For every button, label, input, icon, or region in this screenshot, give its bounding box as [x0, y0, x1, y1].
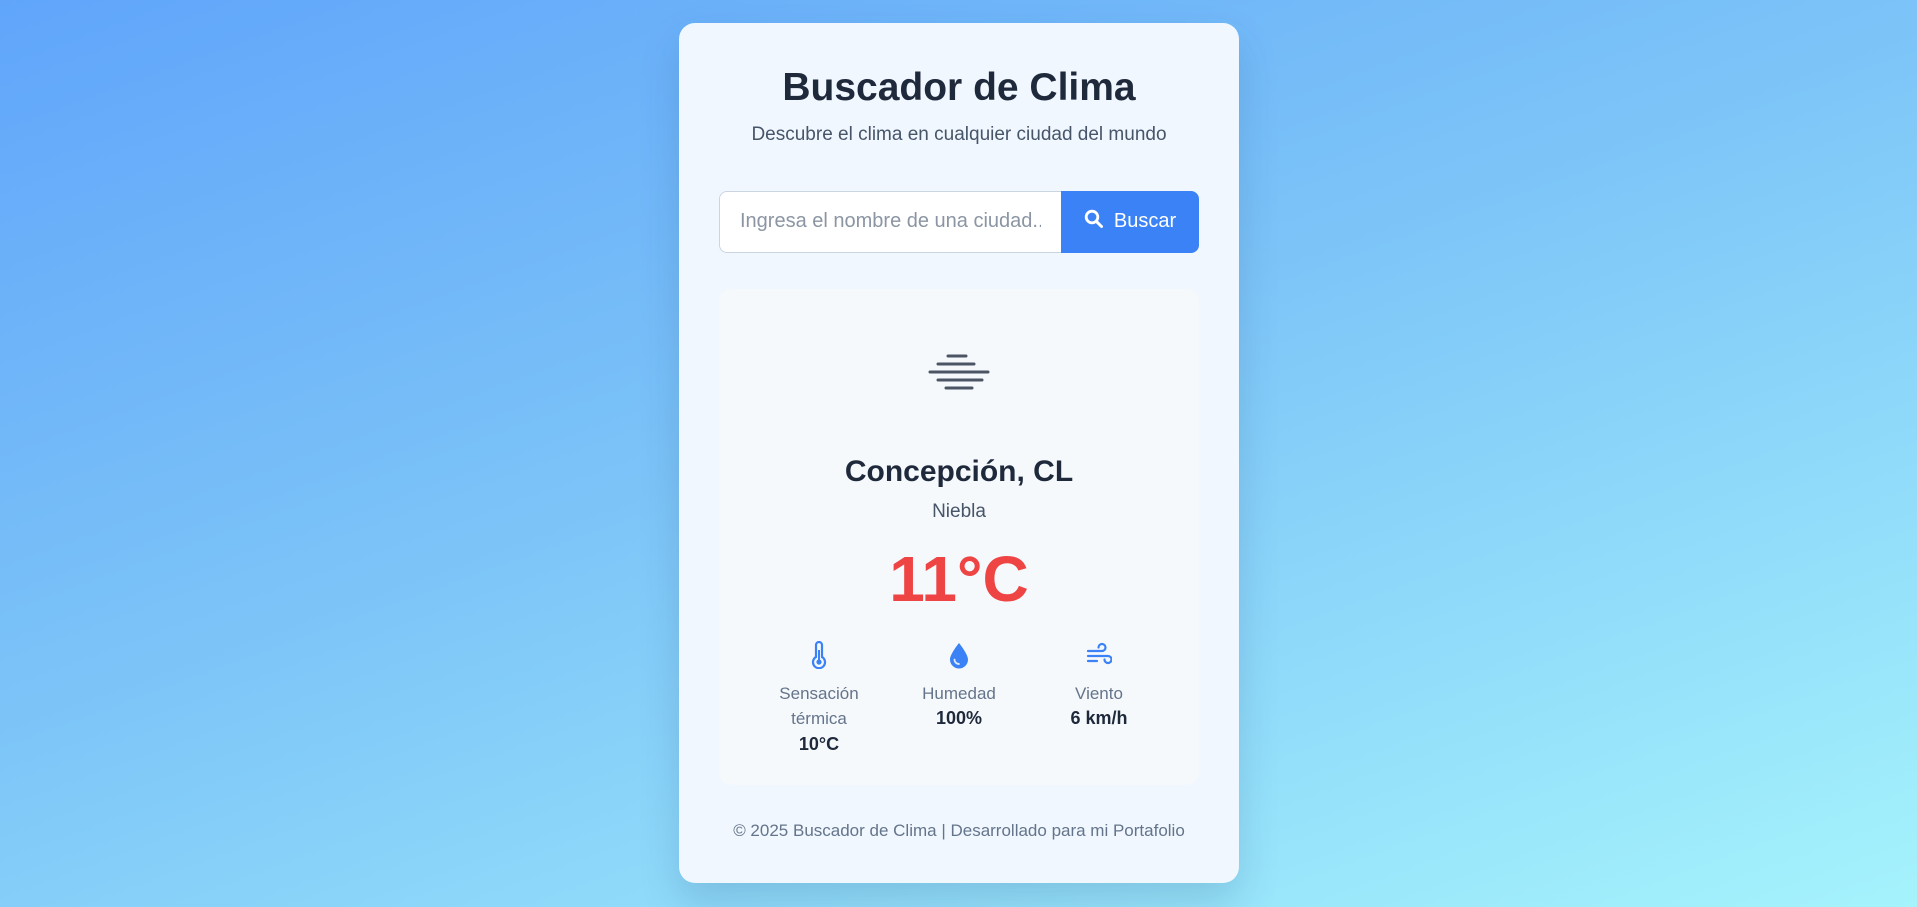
detail-value: 6 km/h [1070, 708, 1128, 729]
detail-feels-like: Sensación térmica 10°C [749, 640, 889, 755]
search-button-label: Buscar [1113, 210, 1177, 233]
droplet-icon [950, 642, 968, 669]
page-subtitle: Descubre el clima en cualquier ciudad de… [751, 123, 1167, 145]
weather-result-panel: Concepción, CL Niebla 11°C Sensación tér… [719, 288, 1199, 785]
detail-label: Sensación térmica [779, 683, 859, 729]
page-title: Buscador de Clima [782, 66, 1136, 109]
city-name: Concepción, CL [844, 454, 1074, 488]
detail-label: Viento [1075, 683, 1123, 703]
detail-value: 100% [935, 708, 983, 729]
search-icon [1084, 209, 1104, 235]
city-search-input[interactable] [719, 190, 1061, 253]
weather-app-card: Buscador de Clima Descubre el clima en c… [679, 23, 1239, 883]
footer-text: © 2025 Buscador de Clima | Desarrollado … [733, 821, 1185, 840]
detail-wind: Viento 6 km/h [1029, 641, 1169, 755]
search-button[interactable]: Buscar [1061, 190, 1199, 253]
search-bar: Buscar [719, 190, 1199, 253]
fog-icon [928, 354, 990, 390]
detail-value: 10°C [798, 733, 840, 754]
detail-label: Humedad [922, 683, 996, 703]
weather-description: Niebla [932, 500, 986, 522]
thermometer-icon [811, 640, 827, 669]
temperature-value: 11°C [889, 542, 1029, 615]
detail-humidity: Humedad 100% [889, 641, 1029, 755]
weather-details: Sensación térmica 10°C Humedad 100% Vien… [749, 640, 1169, 755]
wind-icon [1086, 642, 1112, 664]
